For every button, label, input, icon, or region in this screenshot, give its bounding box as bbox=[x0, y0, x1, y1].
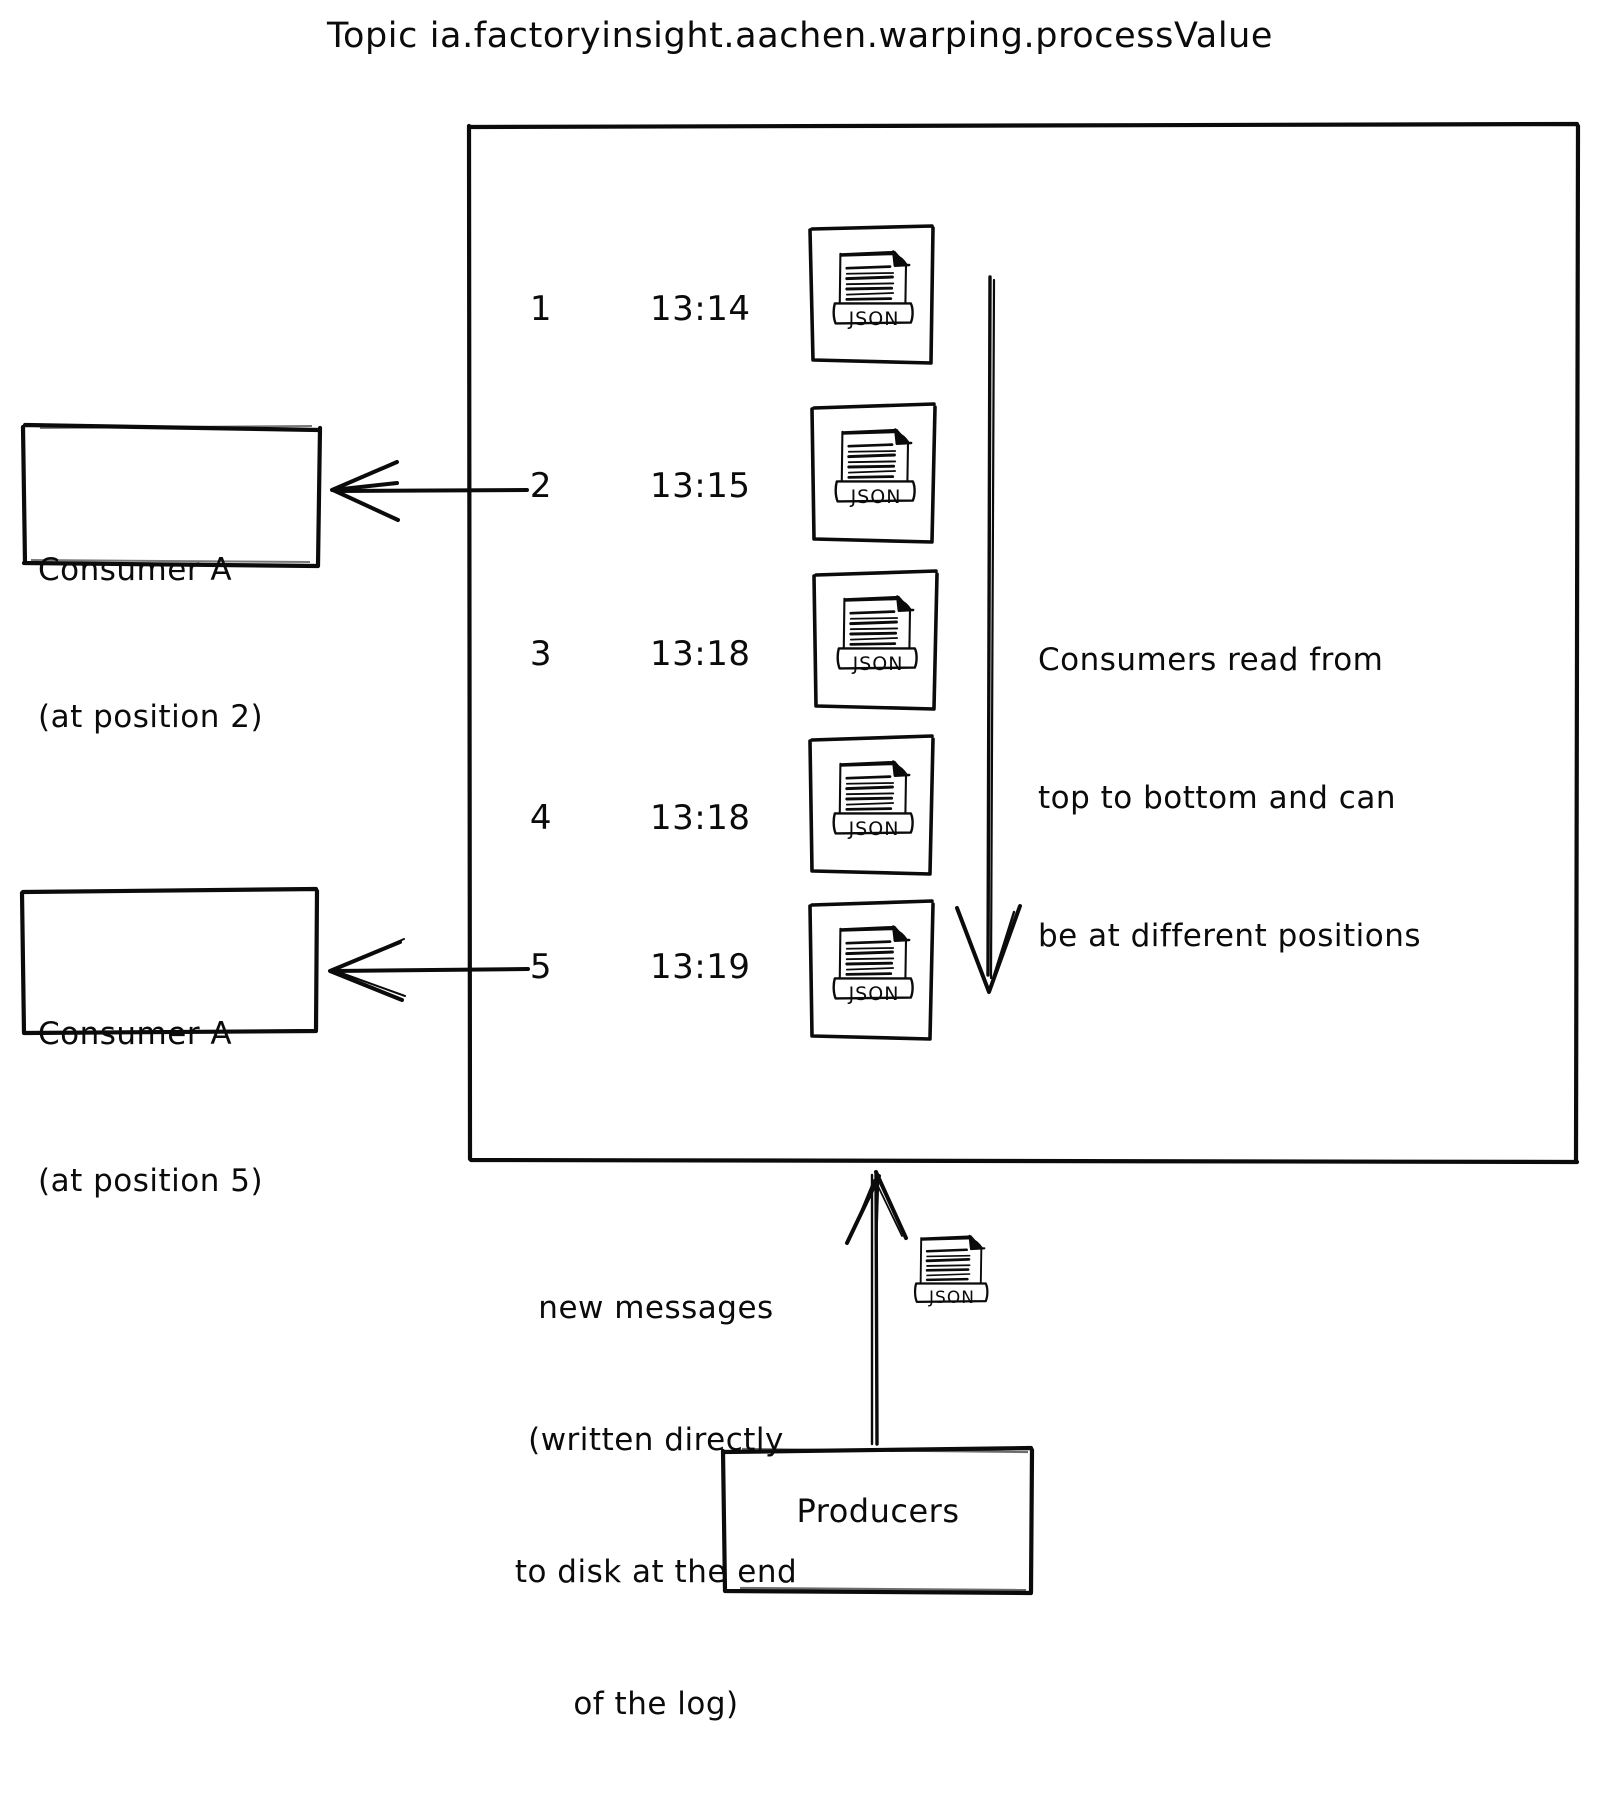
message-timestamp: 13:18 bbox=[650, 798, 751, 838]
svg-text:JSON: JSON bbox=[848, 308, 900, 330]
read-direction-note-line-1: Consumers read from bbox=[1038, 642, 1384, 678]
message-icon-2: JSON bbox=[810, 402, 937, 544]
arrow-to-consumer-position-2 bbox=[330, 460, 529, 522]
svg-text:JSON: JSON bbox=[848, 983, 900, 1005]
consumer-a-position-5-name: Consumer A bbox=[38, 1016, 233, 1052]
producers-to-log-arrow bbox=[845, 1170, 908, 1446]
svg-text:JSON: JSON bbox=[850, 486, 902, 508]
new-messages-note-line-3: to disk at the end bbox=[514, 1554, 798, 1590]
consumer-a-position-2-position: (at position 2) bbox=[38, 699, 264, 735]
message-icon-3: JSON bbox=[812, 569, 939, 711]
read-direction-note-line-3: be at different positions bbox=[1038, 918, 1422, 954]
message-icon-5: JSON bbox=[808, 899, 935, 1041]
message-index: 1 bbox=[529, 289, 553, 329]
read-direction-arrow bbox=[955, 275, 1022, 994]
producer-message-icon: JSON bbox=[913, 1234, 989, 1308]
consumer-a-position-2-label: Consumer A (at position 2) bbox=[38, 448, 263, 840]
arrow-to-consumer-position-5 bbox=[328, 938, 530, 1002]
consumer-a-position-2-name: Consumer A bbox=[38, 552, 233, 588]
message-timestamp: 13:19 bbox=[650, 947, 751, 987]
message-timestamp: 13:18 bbox=[650, 634, 751, 674]
svg-text:JSON: JSON bbox=[928, 1288, 975, 1308]
new-messages-note-line-4: of the log) bbox=[573, 1686, 739, 1722]
new-messages-note-line-1: new messages bbox=[538, 1290, 774, 1326]
svg-text:JSON: JSON bbox=[852, 653, 904, 675]
message-index: 5 bbox=[529, 947, 553, 987]
read-direction-note: Consumers read from top to bottom and ca… bbox=[1038, 545, 1421, 1051]
message-icon-1: JSON bbox=[808, 224, 935, 365]
consumer-a-position-5-label: Consumer A (at position 5) bbox=[38, 912, 263, 1304]
new-messages-note-line-2: (written directly bbox=[528, 1422, 784, 1458]
message-index: 2 bbox=[529, 466, 553, 506]
producers-label: Producers bbox=[796, 1492, 960, 1530]
message-index: 4 bbox=[529, 798, 553, 838]
read-direction-note-line-2: top to bottom and can bbox=[1038, 780, 1396, 816]
message-timestamp: 13:14 bbox=[650, 289, 751, 329]
svg-text:JSON: JSON bbox=[848, 818, 900, 840]
consumer-a-position-5-position: (at position 5) bbox=[38, 1163, 264, 1199]
message-timestamp: 13:15 bbox=[650, 466, 751, 506]
message-index: 3 bbox=[529, 634, 553, 674]
message-icon-4: JSON bbox=[808, 734, 935, 876]
page-title: Topic ia.factoryinsight.aachen.warping.p… bbox=[326, 16, 1274, 56]
